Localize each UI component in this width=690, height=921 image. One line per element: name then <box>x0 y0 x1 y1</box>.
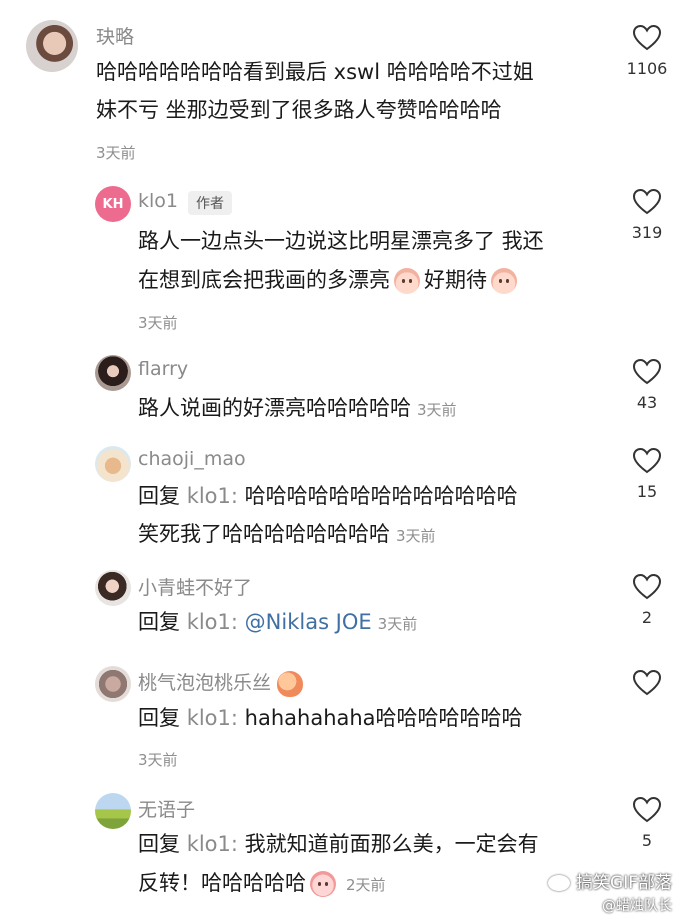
like-count: 5 <box>641 831 653 850</box>
watermark: 搞笑GIF部落 <box>548 868 672 893</box>
comment-text-line: 妹不亏 坐那边受到了很多路人夸赞哈哈哈哈 <box>96 98 502 122</box>
timestamp: 3天前 <box>138 314 178 332</box>
author-badge: 作者 <box>188 191 232 215</box>
comment-text-segment: 反转！哈哈哈哈哈 <box>138 871 306 895</box>
crying-face-emoji <box>310 871 336 897</box>
blush-face-emoji <box>491 268 517 294</box>
avatar[interactable] <box>95 355 131 391</box>
avatar[interactable] <box>95 446 131 482</box>
like-button[interactable] <box>617 669 677 704</box>
comment-text-segment: 哈哈哈哈哈哈哈哈哈哈哈哈哈 <box>244 484 518 508</box>
like-button[interactable]: 1106 <box>617 24 677 78</box>
comment-text-line: 笑死我了哈哈哈哈哈哈哈哈 3天前 <box>138 515 436 555</box>
comment-text-segment: hahahahaha哈哈哈哈哈哈哈 <box>244 706 523 730</box>
timestamp: 2天前 <box>346 876 386 894</box>
username[interactable]: 小青蛙不好了 <box>138 573 252 600</box>
username[interactable]: chaoji_mao <box>138 448 246 470</box>
reply-target[interactable]: klo1: <box>187 832 238 856</box>
comment-text-line: 在想到底会把我画的多漂亮 好期待 <box>138 261 521 299</box>
watermark-handle: @蜡烛队长 <box>602 898 672 914</box>
like-count: 15 <box>636 482 658 501</box>
heart-outline-icon <box>632 447 662 474</box>
like-count: 43 <box>636 393 658 412</box>
comment-text-segment: 我就知道前面那么美，一定会有 <box>244 832 539 856</box>
avatar[interactable] <box>95 666 131 702</box>
like-count: 319 <box>631 223 663 242</box>
username[interactable]: 玦略 <box>96 22 134 49</box>
reply-target[interactable]: klo1: <box>187 484 238 508</box>
heart-outline-icon <box>632 188 662 215</box>
comment-text-line: 回复 klo1: 我就知道前面那么美，一定会有 <box>138 825 539 863</box>
like-button[interactable]: 2 <box>617 573 677 627</box>
comment-text-line: 反转！哈哈哈哈哈 2天前 <box>138 864 386 904</box>
username-text: 桃气泡泡桃乐丝 <box>138 672 272 694</box>
avatar-initials: KH <box>102 196 124 212</box>
like-count: 2 <box>641 608 653 627</box>
reply-keyword: 回复 <box>138 706 180 730</box>
avatar[interactable] <box>95 570 131 606</box>
reply-target[interactable]: klo1: <box>187 610 238 634</box>
comment-text-line: 路人一边点头一边说这比明星漂亮多了 我还 <box>138 229 544 253</box>
reply-keyword: 回复 <box>138 610 180 634</box>
username[interactable]: flarry <box>138 358 188 380</box>
reply-keyword: 回复 <box>138 484 180 508</box>
username[interactable]: 无语子 <box>138 795 195 822</box>
comment-text-segment: 好期待 <box>424 268 487 292</box>
like-button[interactable]: 43 <box>617 358 677 412</box>
comment-text-segment: 路人说画的好漂亮哈哈哈哈哈 <box>138 396 411 420</box>
blush-face-emoji <box>394 268 420 294</box>
comment-text-segment: 笑死我了哈哈哈哈哈哈哈哈 <box>138 522 390 546</box>
reply-target[interactable]: klo1: <box>187 706 238 730</box>
timestamp: 3天前 <box>377 615 418 633</box>
peach-emoji <box>277 670 304 697</box>
like-button[interactable]: 15 <box>617 447 677 501</box>
comment-text-line: 回复 klo1: hahahahaha哈哈哈哈哈哈哈 <box>138 699 523 737</box>
comment-text-line: 路人说画的好漂亮哈哈哈哈哈 3天前 <box>138 389 457 429</box>
comment-text-segment: 在想到底会把我画的多漂亮 <box>138 268 390 292</box>
wechat-icon <box>548 875 571 891</box>
avatar[interactable] <box>95 793 131 829</box>
timestamp: 3天前 <box>396 527 436 545</box>
like-count: 1106 <box>626 59 668 78</box>
comment-text-line: 哈哈哈哈哈哈哈看到最后 xswl 哈哈哈哈不过姐 <box>96 60 534 84</box>
timestamp: 3天前 <box>138 751 178 769</box>
heart-outline-icon <box>632 573 662 600</box>
avatar[interactable]: KH <box>95 186 131 222</box>
heart-outline-icon <box>632 24 662 51</box>
watermark-text: 搞笑GIF部落 <box>576 873 672 893</box>
comment-text-line: 回复 klo1: @Niklas JOE 3天前 <box>138 603 417 643</box>
heart-outline-icon <box>632 358 662 385</box>
heart-outline-icon <box>632 669 662 696</box>
timestamp: 3天前 <box>96 144 136 162</box>
username[interactable]: klo1 <box>138 190 178 212</box>
avatar[interactable] <box>26 20 78 72</box>
comment-text-line: 回复 klo1: 哈哈哈哈哈哈哈哈哈哈哈哈哈 <box>138 477 518 515</box>
like-button[interactable]: 319 <box>617 188 677 242</box>
like-button[interactable]: 5 <box>617 796 677 850</box>
heart-outline-icon <box>632 796 662 823</box>
timestamp: 3天前 <box>417 401 457 419</box>
mention-link[interactable]: @Niklas JOE <box>245 610 372 634</box>
username[interactable]: 桃气泡泡桃乐丝 <box>138 668 304 697</box>
reply-keyword: 回复 <box>138 832 180 856</box>
